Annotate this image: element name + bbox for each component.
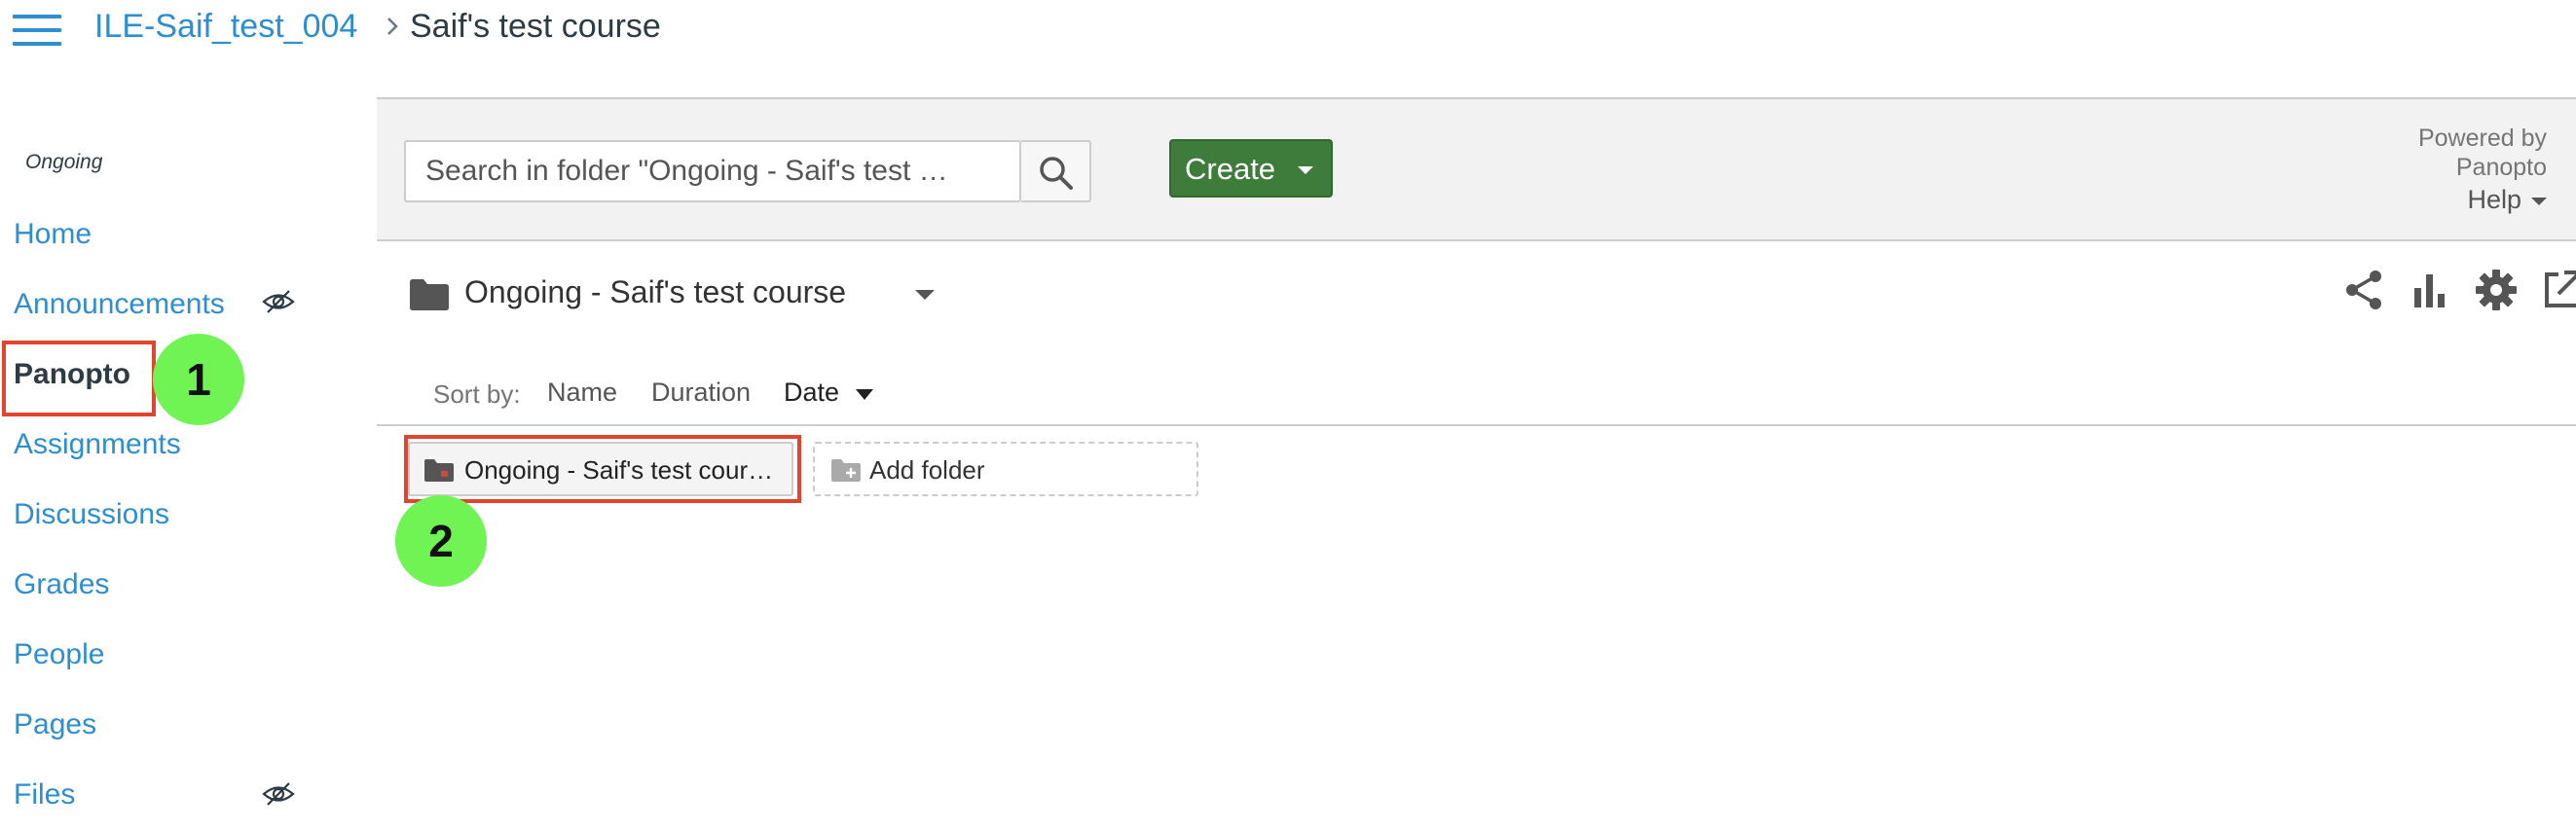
powered-by-panopto: Powered by Panopto [2417,125,2547,181]
breadcrumb-chevron-right-icon [387,18,398,35]
breadcrumb-course-link[interactable]: ILE-Saif_test_004 [94,8,357,46]
sort-descending-icon [856,389,873,400]
caret-down-icon [2531,198,2547,205]
create-button[interactable]: Create [1169,139,1333,198]
add-folder-icon [831,459,861,482]
add-folder-label: Add folder [869,455,985,485]
sort-option-date-label: Date [784,378,840,407]
step-badge-1: 1 [153,334,244,425]
search-input[interactable] [406,142,1019,200]
nav-item-assignments[interactable]: Assignments [14,428,181,461]
search-box [404,140,1021,202]
step-badge-2: 2 [395,495,487,587]
caret-down-icon [1298,166,1313,174]
panopto-toolbar: Create Powered by Panopto Help [377,99,2576,241]
nav-item-grades[interactable]: Grades [14,568,109,601]
hidden-from-students-icon [262,782,295,806]
nav-item-people[interactable]: People [14,638,104,671]
add-folder-button[interactable]: Add folder [813,442,1198,496]
help-dropdown[interactable]: Help [2467,185,2547,215]
help-label: Help [2467,185,2521,214]
sort-bar: Sort by: Name Duration Date [377,372,2576,426]
highlight-box-subfolder [404,435,801,503]
folder-title: Ongoing - Saif's test course [464,274,847,309]
hidden-from-students-icon [262,290,295,313]
search-icon [1040,157,1073,190]
course-term-label: Ongoing [25,151,103,173]
sort-option-date[interactable]: Date [784,378,873,408]
highlight-box-panopto [2,341,156,416]
search-button[interactable] [1021,140,1091,202]
nav-item-discussions[interactable]: Discussions [14,498,169,531]
sort-by-label: Sort by: [433,379,521,409]
share-icon[interactable] [2340,267,2387,313]
hamburger-menu-icon[interactable] [13,13,61,48]
nav-item-pages[interactable]: Pages [14,708,96,741]
folder-dropdown-toggle[interactable] [905,274,944,313]
nav-item-home[interactable]: Home [14,218,92,251]
sort-option-name[interactable]: Name [547,378,617,408]
nav-item-files[interactable]: Files [14,778,75,811]
create-button-label: Create [1185,152,1276,186]
sort-option-duration[interactable]: Duration [651,378,751,408]
folder-icon [410,279,449,310]
breadcrumb-current-page: Saif's test course [410,8,661,45]
stats-icon[interactable] [2407,267,2453,313]
caret-down-icon [915,290,935,300]
settings-gear-icon[interactable] [2473,267,2520,313]
nav-item-announcements[interactable]: Announcements [14,288,225,321]
open-in-new-window-icon[interactable] [2539,267,2576,313]
